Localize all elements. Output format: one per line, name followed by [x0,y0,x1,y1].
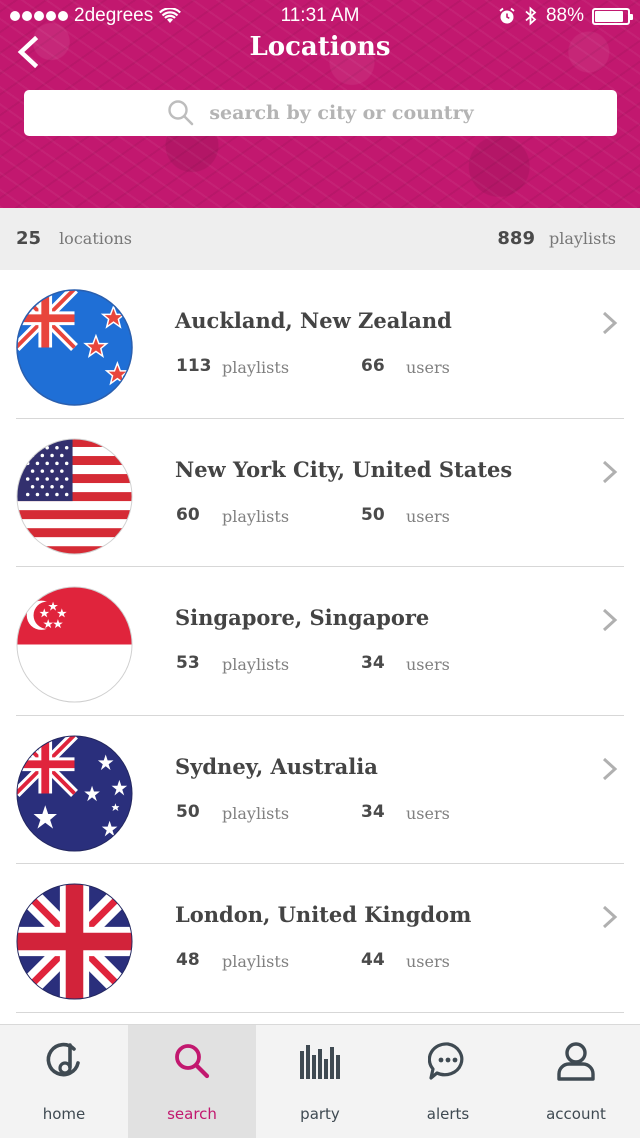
user-label: users [406,952,450,971]
location-row-auckland[interactable]: Auckland, New Zealand 113 playlists 66 u… [0,270,640,419]
playlist-label: playlists [222,655,290,674]
user-count-value: 34 [361,801,385,822]
playlist-count-value: 889 [497,228,535,249]
playlist-count-value: 50 [176,801,200,822]
account-icon [557,1042,595,1081]
summary-bar: 25 locations 889 playlists [0,208,640,270]
bluetooth-icon [525,6,537,26]
status-bar-right: 88% [498,5,633,27]
status-bar: 2degrees 11:31 AM 88% [0,0,640,34]
playlist-label: playlists [222,358,290,377]
playlist-label: playlists [222,506,290,526]
user-count-value: 34 [361,653,385,673]
tab-party[interactable]: party [256,1025,384,1138]
chevron-right-icon [602,311,618,335]
tab-search[interactable]: search [128,1025,256,1138]
user-label: users [406,655,450,674]
location-row-sydney[interactable]: Sydney, Australia 50 playlists 34 users [0,716,640,865]
tab-home[interactable]: home [0,1025,128,1138]
location-count-value: 25 [16,228,42,249]
tab-label: home [42,1105,86,1123]
new-zealand-flag [16,289,133,406]
location-name: London, United Kingdom [175,902,472,927]
alerts-icon [428,1042,464,1080]
chevron-right-icon [602,608,618,632]
user-label: users [406,803,450,823]
location-row-new-york[interactable]: New York City, United States 60 playlist… [0,419,640,568]
chevron-right-icon [602,905,618,929]
search-placeholder: search by city or country [209,102,474,124]
tab-account[interactable]: account [512,1025,640,1138]
user-count-value: 50 [361,504,385,525]
battery-percent: 88% [545,5,584,26]
playlist-count-value: 53 [176,653,200,673]
australia-flag [16,734,133,852]
tab-label: search [167,1105,217,1123]
user-label: users [406,506,450,526]
user-count-value: 66 [361,356,385,376]
location-row-london[interactable]: London, United Kingdom 48 playlists 44 u… [0,864,640,1013]
united-kingdom-flag [16,883,133,1000]
locations-list[interactable]: Auckland, New Zealand 113 playlists 66 u… [0,270,640,1024]
search-icon [168,100,194,126]
location-count-label: locations [59,229,133,248]
page-title: Locations [249,32,391,62]
playlist-count: 889 playlists [497,228,616,249]
playlist-count-value: 113 [176,356,212,376]
user-count-value: 44 [361,950,385,970]
location-name: Singapore, Singapore [175,605,430,630]
singapore-flag [16,586,133,703]
united-states-flag [16,437,133,555]
chevron-right-icon [602,757,618,780]
header: 2degrees 11:31 AM 88% Locations search b… [0,0,640,208]
playlist-label: playlists [222,803,290,823]
location-name: New York City, United States [175,456,513,482]
home-icon [46,1042,80,1077]
tab-label: account [546,1105,606,1123]
location-count: 25 locations [16,228,132,249]
user-label: users [406,358,450,377]
tab-label: party [300,1105,340,1123]
party-icon [300,1045,340,1079]
tab-alerts[interactable]: alerts [384,1025,512,1138]
location-row-singapore[interactable]: Singapore, Singapore 53 playlists 34 use… [0,567,640,716]
battery-fill [595,10,623,22]
location-name: Sydney, Australia [175,753,378,779]
alarm-icon [499,7,515,24]
search-icon [175,1044,210,1079]
playlist-count-value: 48 [176,950,200,970]
playlist-count-value: 60 [176,504,200,525]
search-input[interactable]: search by city or country [24,90,617,136]
tab-bar: home search party alerts account [0,1024,640,1138]
playlist-label: playlists [222,952,290,971]
tab-label: alerts [426,1105,470,1123]
playlist-count-label: playlists [548,229,616,248]
chevron-right-icon [602,460,618,483]
location-name: Auckland, New Zealand [175,308,452,333]
battery-icon [592,7,633,25]
